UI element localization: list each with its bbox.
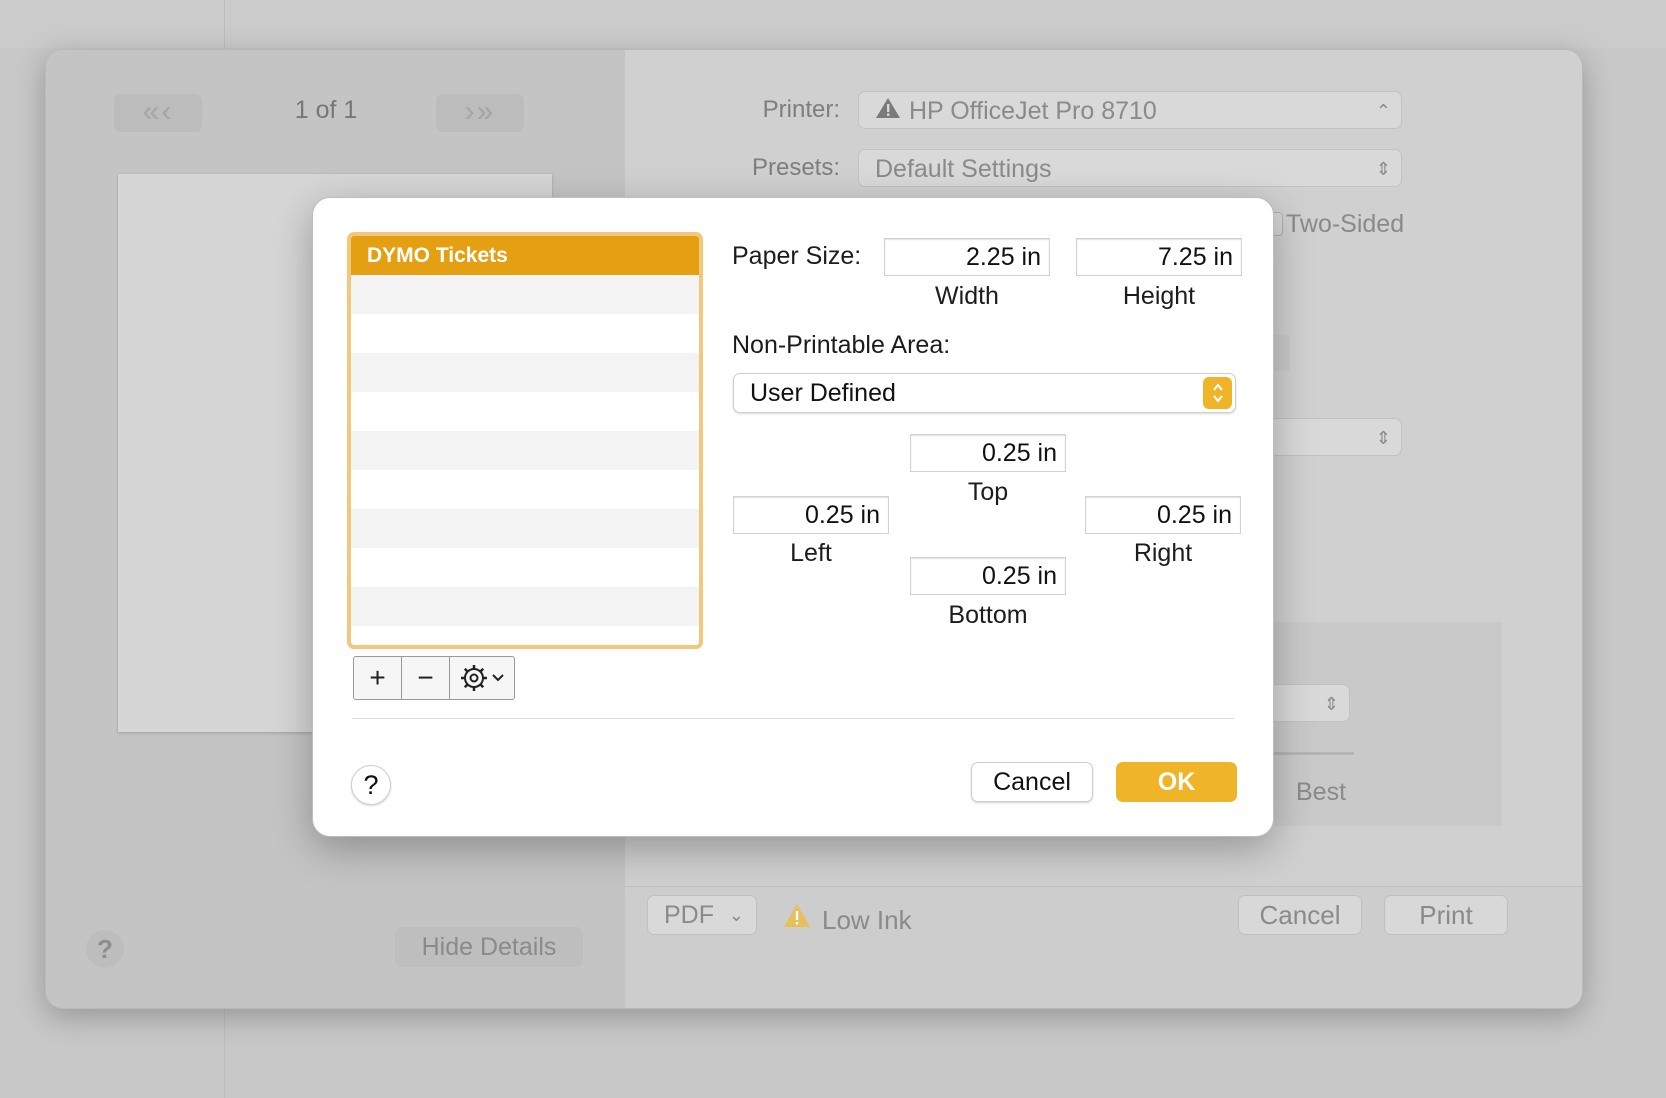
- height-field[interactable]: 7.25 in: [1076, 238, 1242, 276]
- low-ink-warning-icon: [783, 903, 811, 933]
- background-cancel-button[interactable]: Cancel: [1238, 895, 1362, 935]
- nav-next-last-icon: ›»: [464, 95, 496, 128]
- nav-next-last-button[interactable]: ›»: [436, 94, 524, 132]
- paper-size-list[interactable]: DYMO Tickets: [347, 232, 703, 649]
- hide-details-button[interactable]: Hide Details: [395, 927, 583, 967]
- height-caption: Height: [1122, 282, 1196, 310]
- list-item-empty: [351, 353, 699, 392]
- list-item-empty: [351, 548, 699, 587]
- background-field: [1272, 335, 1290, 371]
- two-sided-label: Two-Sided: [1286, 210, 1405, 238]
- up-down-arrows-icon: ⇕: [1375, 428, 1391, 448]
- left-caption: Left: [790, 539, 832, 567]
- help-button[interactable]: ?: [351, 765, 391, 805]
- list-toolbar: + −: [353, 656, 515, 700]
- cancel-button[interactable]: Cancel: [971, 762, 1093, 802]
- print-button[interactable]: Print: [1384, 895, 1508, 935]
- warning-icon: [875, 93, 901, 131]
- presets-label: Presets:: [751, 154, 840, 181]
- presets-popup[interactable]: Default Settings ⇕: [858, 149, 1402, 187]
- pdf-button[interactable]: PDF ⌄: [647, 895, 757, 935]
- nav-first-prev-icon: «‹: [142, 95, 174, 128]
- paper-size-label: Paper Size:: [732, 242, 862, 270]
- desktop-background: [0, 0, 1666, 48]
- list-item-empty: [351, 431, 699, 470]
- list-item-empty: [351, 392, 699, 431]
- ok-button[interactable]: OK: [1116, 762, 1237, 802]
- custom-paper-size-sheet: DYMO Tickets + − Paper Size: 2.25 in Wid…: [312, 197, 1274, 837]
- printer-label: Printer:: [762, 96, 840, 123]
- up-down-arrows-icon: [1203, 377, 1232, 409]
- presets-value: Default Settings: [875, 155, 1052, 183]
- list-item[interactable]: DYMO Tickets: [351, 236, 699, 275]
- top-caption: Top: [967, 478, 1009, 506]
- bottom-caption: Bottom: [948, 601, 1028, 629]
- top-margin-field[interactable]: 0.25 in: [910, 434, 1066, 472]
- add-button[interactable]: +: [354, 657, 402, 699]
- list-item-empty: [351, 509, 699, 548]
- printer-value: HP OfficeJet Pro 8710: [909, 97, 1157, 125]
- bottom-margin-field[interactable]: 0.25 in: [910, 557, 1066, 595]
- best-label: Best: [1296, 778, 1347, 806]
- remove-button[interactable]: −: [402, 657, 450, 699]
- background-popup[interactable]: ⇕: [1260, 418, 1402, 456]
- left-margin-field[interactable]: 0.25 in: [733, 496, 889, 534]
- gear-icon: [460, 665, 487, 691]
- non-printable-area-label: Non-Printable Area:: [732, 331, 951, 359]
- right-caption: Right: [1133, 539, 1193, 567]
- width-field[interactable]: 2.25 in: [884, 238, 1050, 276]
- action-menu-button[interactable]: [450, 657, 514, 699]
- up-down-arrows-icon: ⇕: [1323, 694, 1339, 714]
- chevron-down-icon: [491, 674, 504, 682]
- list-item-empty: [351, 470, 699, 509]
- up-down-arrows-icon: ⌃: [1375, 101, 1391, 121]
- printer-popup[interactable]: HP OfficeJet Pro 8710 ⌃: [858, 91, 1402, 129]
- list-item-empty: [351, 275, 699, 314]
- divider: [352, 718, 1234, 719]
- page-indicator: 1 of 1: [294, 96, 358, 124]
- non-printable-area-select[interactable]: User Defined: [733, 373, 1236, 413]
- list-item-empty: [351, 587, 699, 626]
- quality-slider[interactable]: [1274, 752, 1354, 755]
- right-margin-field[interactable]: 0.25 in: [1085, 496, 1241, 534]
- chevron-down-icon: ⌄: [728, 905, 744, 925]
- width-caption: Width: [935, 282, 999, 310]
- low-ink-label: Low Ink: [822, 905, 912, 935]
- background-help-button[interactable]: ?: [86, 930, 124, 968]
- up-down-arrows-icon: ⇕: [1375, 159, 1391, 179]
- nav-first-prev-button[interactable]: «‹: [114, 94, 202, 132]
- list-item-empty: [351, 314, 699, 353]
- non-printable-area-value: User Defined: [750, 379, 896, 407]
- pdf-label: PDF: [664, 901, 714, 929]
